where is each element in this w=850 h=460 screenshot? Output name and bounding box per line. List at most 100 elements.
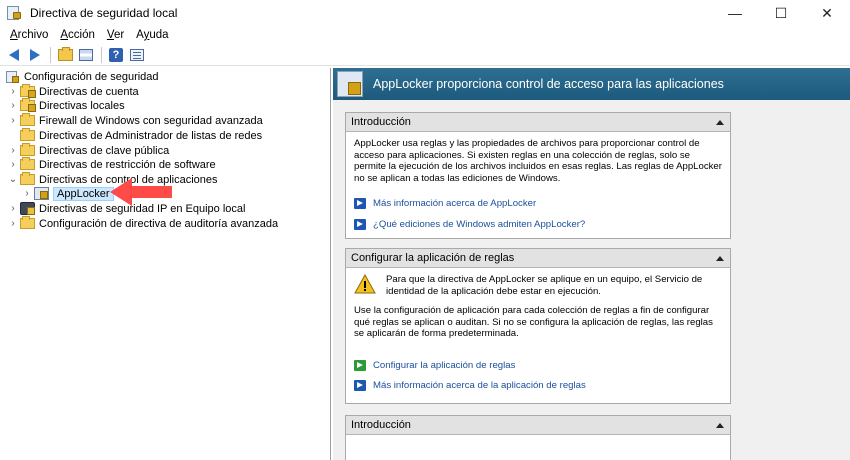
warning-icon xyxy=(354,274,376,294)
tree-item-directivas-cuenta[interactable]: › Directivas de cuenta xyxy=(8,84,139,99)
back-arrow-icon xyxy=(9,48,19,61)
annotation-arrow-icon xyxy=(110,178,172,206)
applocker-icon xyxy=(34,187,49,200)
tree-item-label: Configuración de directiva de auditoría … xyxy=(39,217,279,230)
expand-chevron-icon[interactable]: › xyxy=(8,203,18,214)
intro-panel-2-header[interactable]: Introducción xyxy=(346,416,730,435)
tree-item-label: Directivas de cuenta xyxy=(39,85,139,98)
blue-arrow-link-icon xyxy=(354,198,366,210)
link-text: Más información acerca de AppLocker xyxy=(373,198,537,209)
toolbar-separator xyxy=(50,46,51,63)
rules-panel-header[interactable]: Configurar la aplicación de reglas xyxy=(346,249,730,268)
collapse-up-icon[interactable] xyxy=(716,422,724,428)
tree-item-auditoria-avanzada[interactable]: › Configuración de directiva de auditorí… xyxy=(8,216,278,231)
tree-item-directivas-locales[interactable]: › Directivas locales xyxy=(8,98,125,113)
applocker-banner-icon xyxy=(337,71,363,97)
folder-icon xyxy=(20,113,35,126)
tree-item-firewall[interactable]: › Firewall de Windows con seguridad avan… xyxy=(8,113,263,128)
blue-arrow-link-icon xyxy=(354,380,366,392)
forward-arrow-icon xyxy=(30,48,40,61)
forward-button[interactable] xyxy=(25,46,45,64)
tree-item-label: Firewall de Windows con seguridad avanza… xyxy=(39,114,263,127)
folder-icon xyxy=(20,157,35,170)
console-tree-icon xyxy=(79,48,93,61)
tree-item-applocker[interactable]: › AppLocker xyxy=(22,186,114,201)
green-arrow-link-icon xyxy=(354,359,366,371)
folder-icon xyxy=(20,128,35,141)
expand-chevron-icon[interactable]: › xyxy=(8,100,18,111)
link-text: Más información acerca de la aplicación … xyxy=(373,380,586,391)
tree-item-label: Directivas de Administrador de listas de… xyxy=(39,129,263,142)
content-area: Introducción AppLocker usa reglas y las … xyxy=(333,100,850,460)
intro-panel: Introducción AppLocker usa reglas y las … xyxy=(345,112,731,239)
banner-text: AppLocker proporciona control de acceso … xyxy=(373,77,724,91)
tree-root-label: Configuración de seguridad xyxy=(24,70,159,83)
expand-chevron-icon[interactable]: › xyxy=(8,218,18,229)
folder-icon xyxy=(20,143,35,156)
properties-button[interactable] xyxy=(127,46,147,64)
menu-archivo[interactable]: Archivo xyxy=(4,29,54,41)
policy-folder-icon xyxy=(20,98,36,112)
expand-chevron-icon[interactable]: › xyxy=(8,159,18,170)
back-button[interactable] xyxy=(4,46,24,64)
rules-description: Use la configuración de aplicación para … xyxy=(354,305,713,339)
title-bar: Directiva de seguridad local — ☐ ✕ xyxy=(0,0,850,26)
link-editions-windows[interactable]: ¿Qué ediciones de Windows admiten AppLoc… xyxy=(354,219,722,231)
expand-chevron-icon[interactable]: › xyxy=(8,145,18,156)
collapse-chevron-icon[interactable]: ⌄ xyxy=(8,174,18,185)
tree-item-label-selected: AppLocker xyxy=(53,186,114,201)
maximize-button[interactable]: ☐ xyxy=(758,0,804,26)
toolbar: ? xyxy=(0,44,850,66)
warning-text: Para que la directiva de AppLocker se ap… xyxy=(386,274,703,297)
link-text: ¿Qué ediciones de Windows admiten AppLoc… xyxy=(373,218,586,230)
link-text: Configurar la aplicación de reglas xyxy=(373,359,516,371)
link-more-info-applocker[interactable]: Más información acerca de AppLocker xyxy=(354,198,722,210)
folder-icon xyxy=(20,216,35,229)
console-tree: Configuración de seguridad › Directivas … xyxy=(0,68,331,460)
blue-arrow-link-icon xyxy=(354,218,366,230)
menu-ver[interactable]: Ver xyxy=(101,29,130,41)
panel-title: Introducción xyxy=(351,116,411,128)
warning-block: Para que la directiva de AppLocker se ap… xyxy=(354,274,722,297)
window-title: Directiva de seguridad local xyxy=(30,6,178,20)
collapse-up-icon[interactable] xyxy=(716,119,724,125)
security-policy-app-icon xyxy=(6,5,22,21)
applocker-banner: AppLocker proporciona control de acceso … xyxy=(333,68,850,100)
rules-panel: Configurar la aplicación de reglas Para … xyxy=(345,248,731,404)
rules-panel-body: Para que la directiva de AppLocker se ap… xyxy=(346,268,730,398)
properties-icon xyxy=(130,48,144,61)
intro-panel-body: AppLocker usa reglas y las propiedades d… xyxy=(346,132,730,236)
tree-item-label: Directivas de restricción de software xyxy=(39,158,216,171)
menu-accion[interactable]: Acción xyxy=(54,29,101,41)
folder-icon xyxy=(20,172,35,185)
expand-chevron-icon[interactable]: › xyxy=(8,86,18,97)
toolbar-separator xyxy=(101,46,102,63)
link-more-info-enforcement[interactable]: Más información acerca de la aplicación … xyxy=(354,380,722,392)
help-button[interactable]: ? xyxy=(106,46,126,64)
tree-item-clave-publica[interactable]: › Directivas de clave pública xyxy=(8,143,169,158)
intro-description: AppLocker usa reglas y las propiedades d… xyxy=(354,138,722,184)
expand-chevron-icon[interactable]: › xyxy=(22,188,32,199)
minimize-button[interactable]: — xyxy=(712,0,758,26)
link-configure-enforcement[interactable]: Configurar la aplicación de reglas xyxy=(354,360,722,372)
details-pane: AppLocker proporciona control de acceso … xyxy=(333,68,850,460)
collapse-up-icon[interactable] xyxy=(716,255,724,261)
close-button[interactable]: ✕ xyxy=(804,0,850,26)
show-hide-tree-button[interactable] xyxy=(76,46,96,64)
panel-title: Introducción xyxy=(351,419,411,431)
panel-title: Configurar la aplicación de reglas xyxy=(351,252,515,264)
menu-bar: Archivo Acción Ver Ayuda xyxy=(0,26,850,44)
tree-item-label: Directivas locales xyxy=(39,99,125,112)
tree-item-label: Directivas de clave pública xyxy=(39,144,170,157)
policy-folder-icon xyxy=(20,84,36,98)
up-folder-button[interactable] xyxy=(55,46,75,64)
tree-root[interactable]: Configuración de seguridad xyxy=(6,69,159,84)
intro-panel-2: Introducción xyxy=(345,415,731,460)
menu-ayuda[interactable]: Ayuda xyxy=(130,29,174,41)
tree-item-restriccion-software[interactable]: › Directivas de restricción de software xyxy=(8,157,216,172)
folder-up-icon xyxy=(57,46,73,61)
intro-panel-header[interactable]: Introducción xyxy=(346,113,730,132)
tree-item-listas-redes[interactable]: Directivas de Administrador de listas de… xyxy=(8,128,262,143)
expand-chevron-icon[interactable]: › xyxy=(8,115,18,126)
